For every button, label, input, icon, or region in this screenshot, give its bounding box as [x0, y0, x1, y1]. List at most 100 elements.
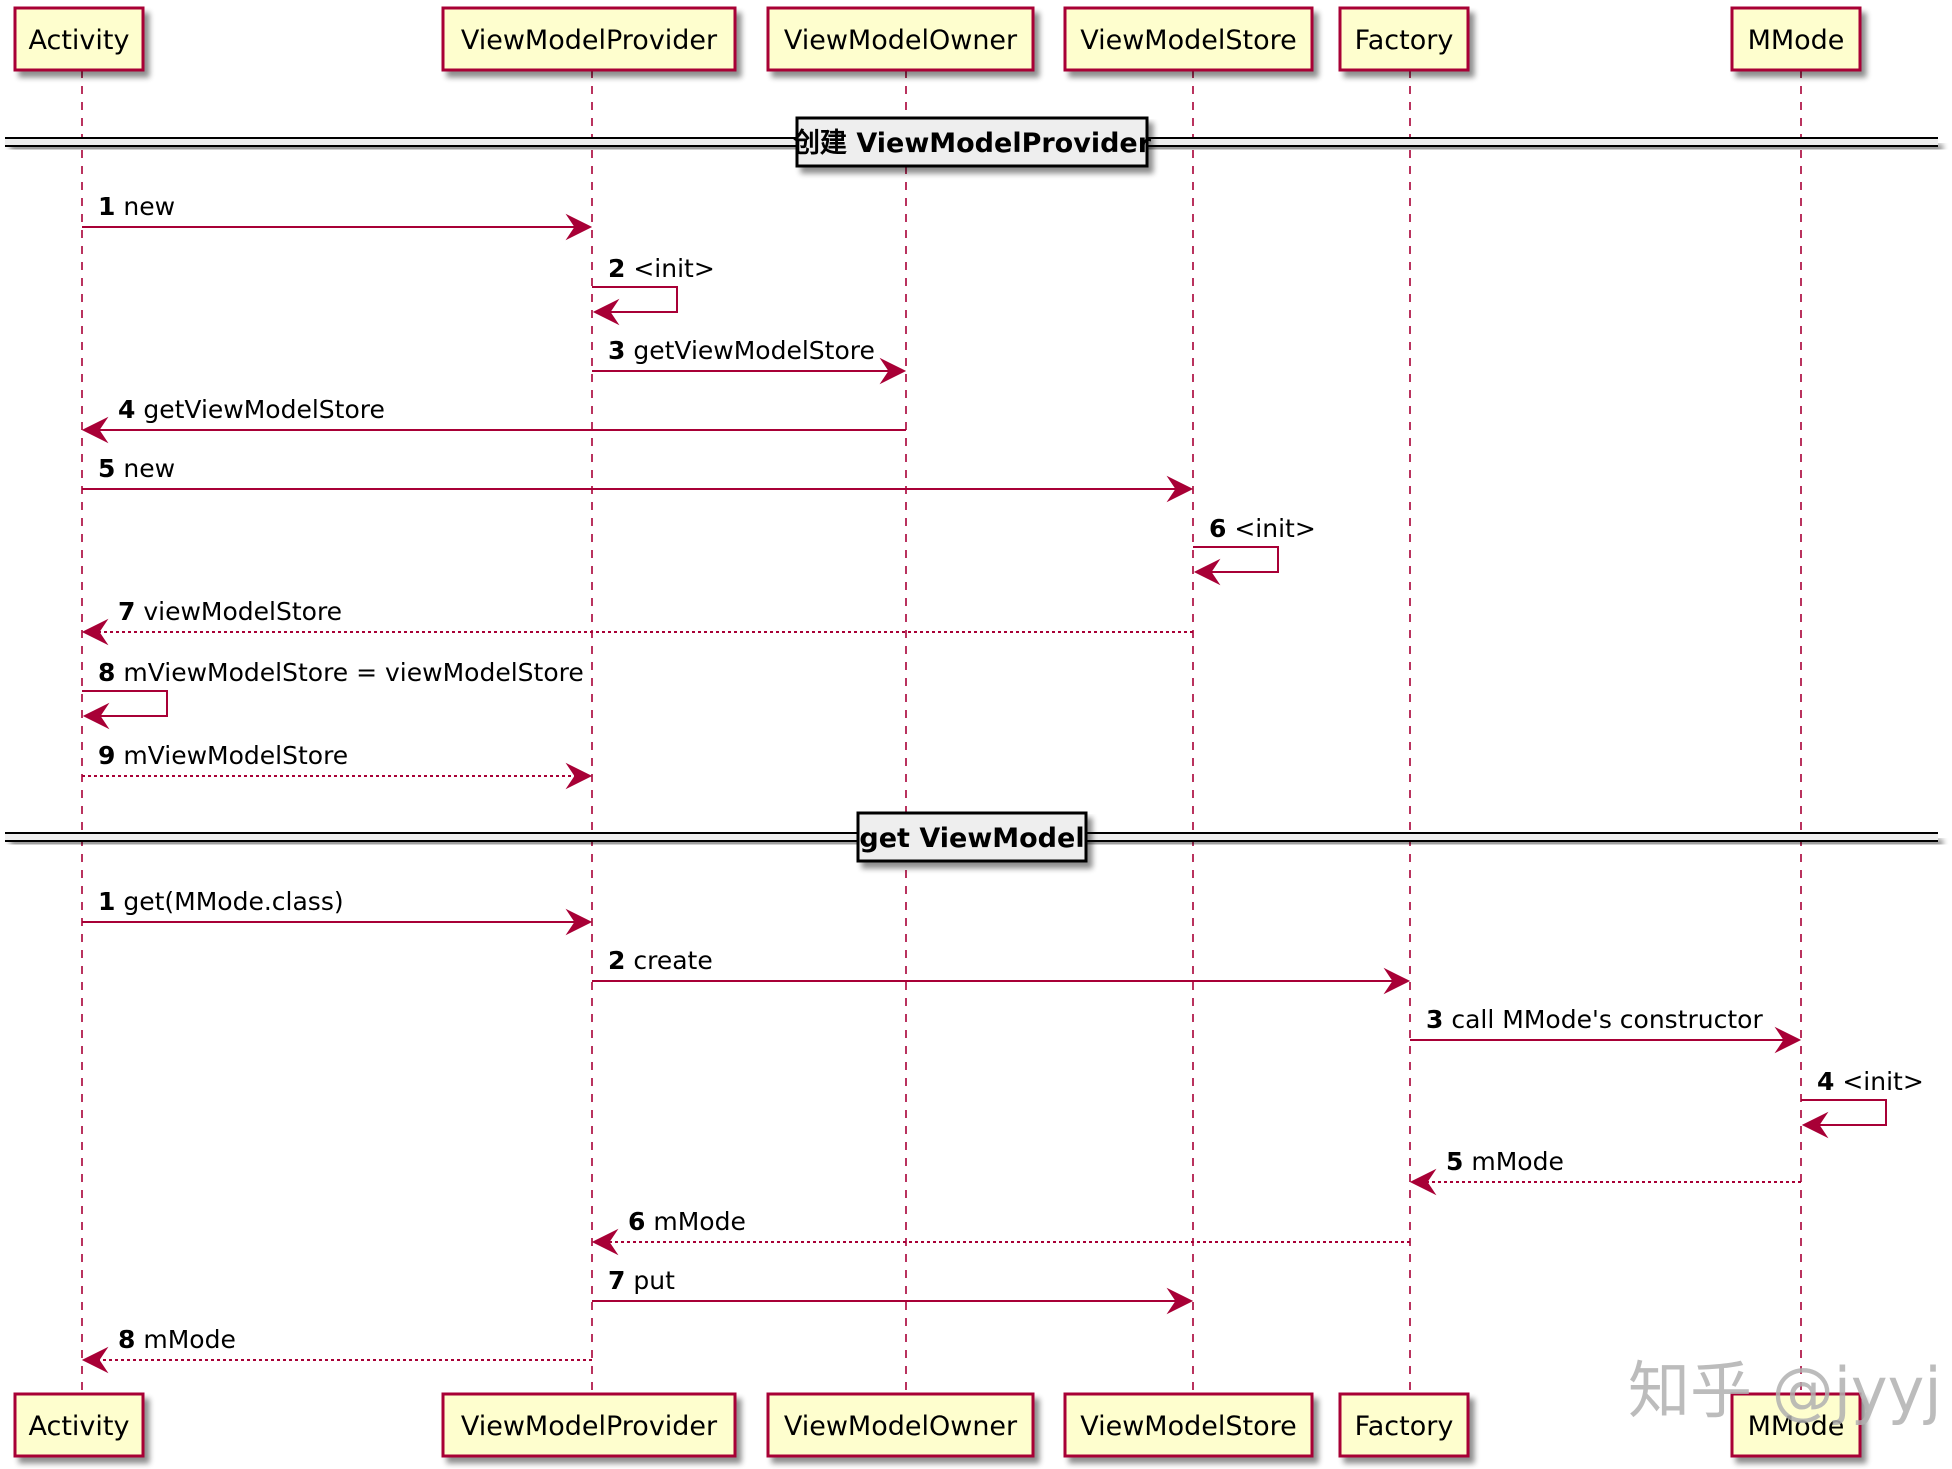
message-1-7: 7 viewModelStore — [81, 597, 1193, 646]
message-number: 2 — [608, 946, 625, 975]
message-1-6: 6 <init> — [1193, 514, 1316, 586]
message-text: <init> — [633, 254, 714, 283]
participant-label: ViewModelOwner — [784, 25, 1018, 56]
participant-head-mmode[interactable]: MMode — [1730, 6, 1862, 72]
divider-label: get ViewModel — [859, 823, 1084, 854]
message-text: mMode — [143, 1325, 235, 1354]
message-gap — [115, 454, 123, 483]
message-number: 4 — [118, 395, 135, 424]
message-gap — [115, 887, 123, 916]
message-number: 3 — [608, 336, 625, 365]
message-text: call MMode's constructor — [1451, 1005, 1763, 1034]
message-2-1: 1 get(MMode.class) — [82, 887, 593, 936]
arrow-head — [591, 1228, 619, 1256]
participant-foot-factory[interactable]: Factory — [1338, 1392, 1470, 1458]
participant-label: Activity — [29, 25, 130, 56]
message-label: 5 mMode — [1446, 1147, 1564, 1176]
participant-head-store[interactable]: ViewModelStore — [1063, 6, 1314, 72]
message-label: 9 mViewModelStore — [98, 741, 348, 770]
divider-label: 创建 ViewModelProvider — [792, 128, 1152, 159]
message-text: new — [123, 192, 175, 221]
participant-label: ViewModelProvider — [461, 25, 718, 56]
message-gap — [135, 597, 143, 626]
participant-foot-provider[interactable]: ViewModelProvider — [441, 1392, 737, 1458]
message-label: 2 <init> — [608, 254, 715, 283]
message-number: 3 — [1426, 1005, 1443, 1034]
message-number: 7 — [118, 597, 135, 626]
message-text: mViewModelStore — [123, 741, 348, 770]
message-text: getViewModelStore — [633, 336, 875, 365]
message-label: 2 create — [608, 946, 713, 975]
participant-head-owner[interactable]: ViewModelOwner — [766, 6, 1035, 72]
message-text: mViewModelStore = viewModelStore — [123, 658, 583, 687]
message-2-4: 4 <init> — [1801, 1067, 1924, 1139]
message-text: create — [633, 946, 712, 975]
message-text: getViewModelStore — [143, 395, 385, 424]
message-number: 5 — [1446, 1147, 1463, 1176]
message-gap — [1834, 1067, 1842, 1096]
message-1-4: 4 getViewModelStore — [81, 395, 906, 444]
message-label: 3 getViewModelStore — [608, 336, 875, 365]
sequence-diagram: 创建 ViewModelProvider get ViewModel 1 new 2… — [5, 6, 1942, 1458]
messages: 1 new2 <init>3 getViewModelStore4 getVie… — [81, 192, 1924, 1374]
message-number: 9 — [98, 741, 115, 770]
message-label: 4 getViewModelStore — [118, 395, 385, 424]
message-label: 1 new — [98, 192, 175, 221]
message-gap — [115, 658, 123, 687]
section-divider-1: 创建 ViewModelProvider — [5, 116, 1938, 168]
arrow-head — [81, 618, 109, 646]
participant-heads: Activity ViewModelProvider ViewModelOwner V… — [13, 6, 1862, 72]
message-label: 6 mMode — [628, 1207, 746, 1236]
message-gap — [115, 192, 123, 221]
message-gap — [135, 1325, 143, 1354]
message-label: 7 put — [608, 1266, 675, 1295]
message-gap — [1443, 1005, 1451, 1034]
arrow-head — [1409, 1168, 1437, 1196]
message-2-3: 3 call MMode's constructor — [1410, 1005, 1802, 1054]
participant-foot-activity[interactable]: Activity — [13, 1392, 145, 1458]
message-2-8: 8 mMode — [81, 1325, 592, 1374]
message-text: mMode — [1471, 1147, 1563, 1176]
message-number: 1 — [98, 192, 115, 221]
participant-head-provider[interactable]: ViewModelProvider — [441, 6, 737, 72]
participant-label: Factory — [1355, 25, 1454, 56]
message-1-2: 2 <init> — [592, 254, 715, 326]
participant-label: ViewModelStore — [1080, 25, 1297, 56]
message-number: 1 — [98, 887, 115, 916]
message-number: 8 — [98, 658, 115, 687]
message-gap — [625, 254, 633, 283]
message-label: 4 <init> — [1817, 1067, 1924, 1096]
message-text: put — [633, 1266, 675, 1295]
message-2-5: 5 mMode — [1409, 1147, 1801, 1196]
message-label: 8 mMode — [118, 1325, 236, 1354]
message-gap — [115, 741, 123, 770]
message-label: 1 get(MMode.class) — [98, 887, 344, 916]
participant-foot-store[interactable]: ViewModelStore — [1063, 1392, 1314, 1458]
message-label: 7 viewModelStore — [118, 597, 342, 626]
message-2-7: 7 put — [592, 1266, 1194, 1315]
message-text: new — [123, 454, 175, 483]
message-2-2: 2 create — [592, 946, 1411, 995]
message-text: get(MMode.class) — [123, 887, 343, 916]
message-text: mMode — [653, 1207, 745, 1236]
message-1-1: 1 new — [82, 192, 593, 241]
message-label: 5 new — [98, 454, 175, 483]
participant-head-factory[interactable]: Factory — [1338, 6, 1470, 72]
participant-label: Factory — [1355, 1411, 1454, 1442]
participant-foot-owner[interactable]: ViewModelOwner — [766, 1392, 1035, 1458]
participant-label: ViewModelProvider — [461, 1411, 718, 1442]
participant-head-activity[interactable]: Activity — [13, 6, 145, 72]
message-number: 2 — [608, 254, 625, 283]
message-label: 3 call MMode's constructor — [1426, 1005, 1763, 1034]
message-gap — [1226, 514, 1234, 543]
message-label: 8 mViewModelStore = viewModelStore — [98, 658, 584, 687]
message-1-5: 5 new — [82, 454, 1194, 503]
message-number: 4 — [1817, 1067, 1834, 1096]
section-divider-2: get ViewModel — [5, 811, 1938, 863]
message-number: 6 — [628, 1207, 645, 1236]
message-number: 8 — [118, 1325, 135, 1354]
participant-label: ViewModelOwner — [784, 1411, 1018, 1442]
message-gap — [625, 1266, 633, 1295]
message-gap — [645, 1207, 653, 1236]
message-1-9: 9 mViewModelStore — [82, 741, 593, 790]
